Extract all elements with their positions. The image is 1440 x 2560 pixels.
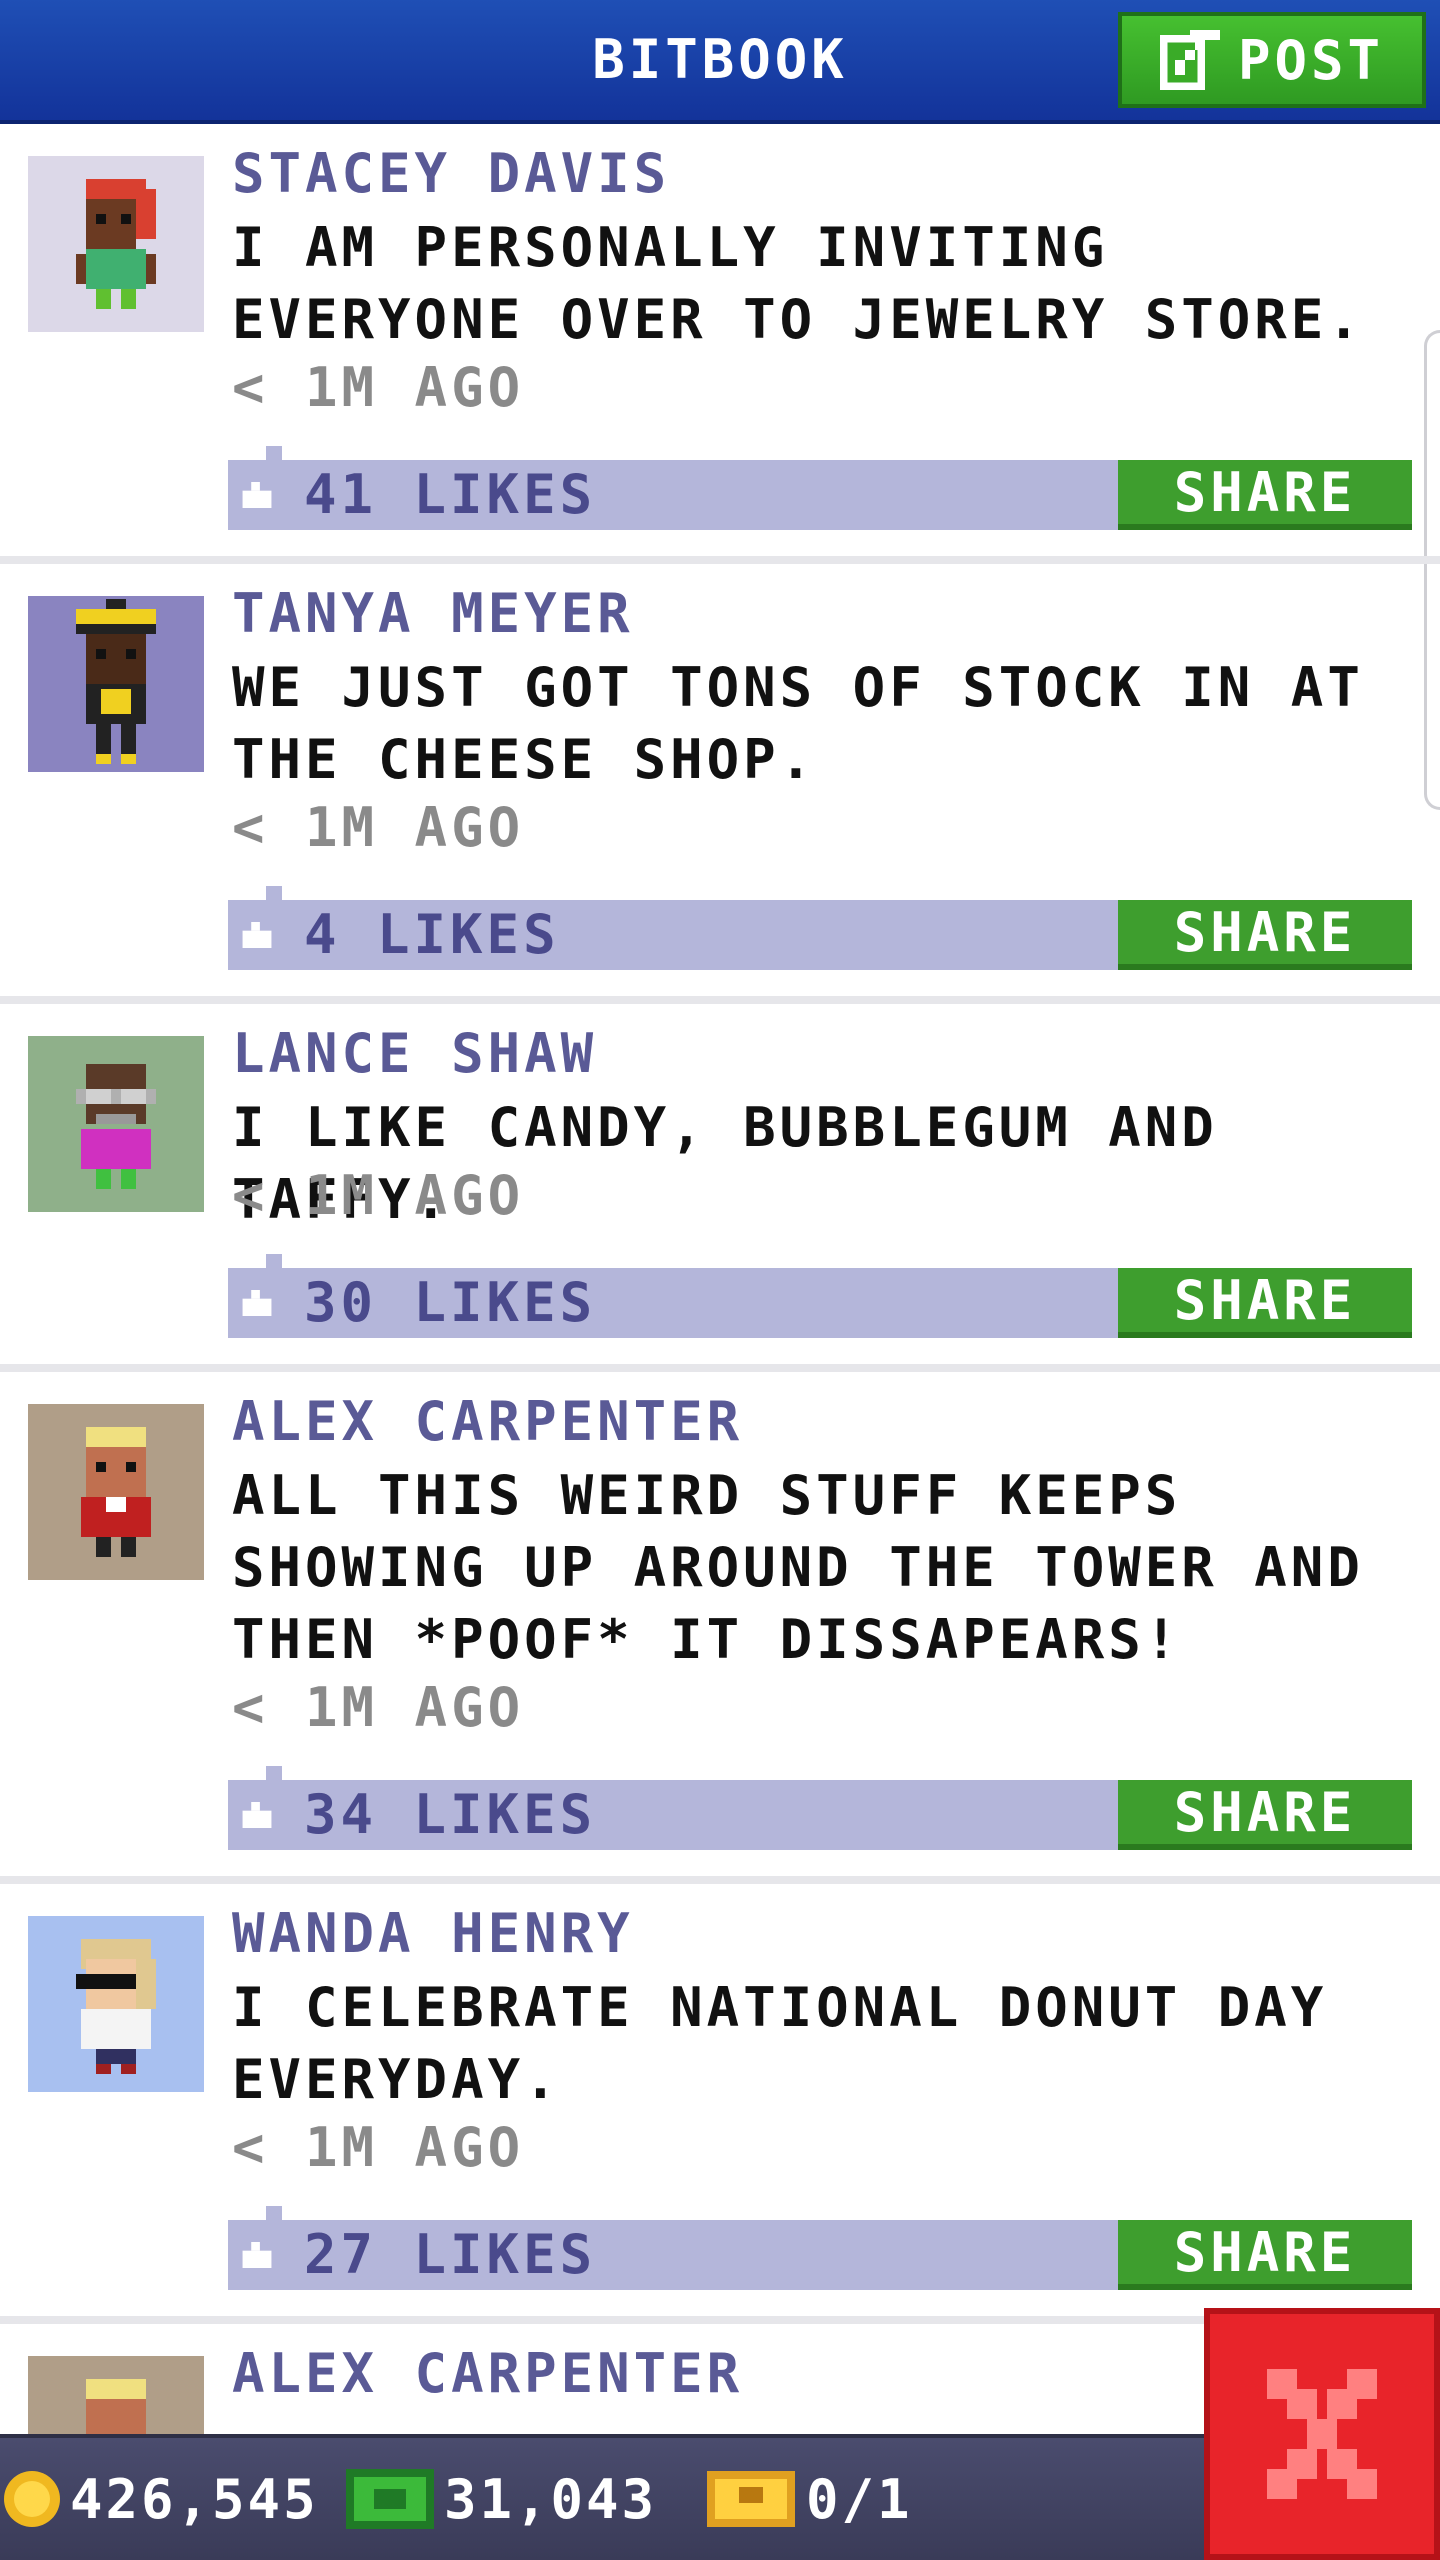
coins-display[interactable]: 426,545 bbox=[4, 2438, 319, 2560]
like-icon[interactable] bbox=[242, 922, 272, 948]
close-button[interactable] bbox=[1204, 2308, 1440, 2560]
bux-value: 31,043 bbox=[444, 2467, 658, 2531]
post-message: ALL THIS WEIRD STUFF KEEPS SHOWING UP AR… bbox=[232, 1464, 1364, 1671]
coins-value: 426,545 bbox=[70, 2467, 319, 2531]
avatar[interactable] bbox=[28, 1404, 204, 1580]
close-icon bbox=[1267, 2369, 1377, 2499]
share-button[interactable]: SHARE bbox=[1118, 1780, 1412, 1850]
coin-icon bbox=[4, 2471, 60, 2527]
like-icon[interactable] bbox=[242, 2242, 272, 2268]
post-timestamp: < 1M AGO bbox=[232, 2116, 525, 2179]
tickets-value: 0/1 bbox=[806, 2467, 913, 2531]
likes-count: 41 LIKES bbox=[304, 463, 597, 526]
likes-count: 30 LIKES bbox=[304, 1271, 597, 1334]
likes-bar: 34 LIKES SHARE bbox=[228, 1766, 1412, 1850]
ticket-icon bbox=[707, 2471, 795, 2527]
post-author[interactable]: WANDA HENRY bbox=[232, 1902, 634, 1965]
app-header: BITBOOK POST bbox=[0, 0, 1440, 124]
avatar-sprite bbox=[76, 1939, 156, 2074]
feed-post: LANCE SHAW I LIKE CANDY, BUBBLEGUM AND T… bbox=[0, 1004, 1440, 1372]
feed-post: WANDA HENRY I CELEBRATE NATIONAL DONUT D… bbox=[0, 1884, 1440, 2324]
avatar-sprite bbox=[76, 599, 156, 764]
post-author[interactable]: ALEX CARPENTER bbox=[232, 2342, 743, 2405]
like-icon[interactable] bbox=[242, 1290, 272, 1316]
avatar-sprite bbox=[81, 1427, 151, 1557]
post-message: WE JUST GOT TONS OF STOCK IN AT THE CHEE… bbox=[232, 656, 1364, 791]
feed-post: ALEX CARPENTER ALL THIS WEIRD STUFF KEEP… bbox=[0, 1372, 1440, 1884]
tickets-display[interactable]: 0/1 bbox=[706, 2438, 913, 2560]
post-message: I CELEBRATE NATIONAL DONUT DAY EVERYDAY. bbox=[232, 1976, 1328, 2111]
post-author[interactable]: ALEX CARPENTER bbox=[232, 1390, 743, 1453]
feed: STACEY DAVIS I AM PERSONALLY INVITING EV… bbox=[0, 124, 1440, 2532]
share-button[interactable]: SHARE bbox=[1118, 900, 1412, 970]
bux-display[interactable]: 31,043 bbox=[346, 2438, 657, 2560]
likes-bar: 41 LIKES SHARE bbox=[228, 446, 1412, 530]
likes-count: 27 LIKES bbox=[304, 2223, 597, 2286]
post-timestamp: < 1M AGO bbox=[232, 796, 525, 859]
edit-icon bbox=[1159, 30, 1220, 90]
post-timestamp: < 1M AGO bbox=[232, 356, 525, 419]
post-timestamp: < 1M AGO bbox=[232, 1164, 525, 1227]
avatar[interactable] bbox=[28, 156, 204, 332]
like-icon[interactable] bbox=[242, 482, 272, 508]
avatar-sprite bbox=[76, 179, 156, 309]
post-timestamp: < 1M AGO bbox=[232, 1676, 525, 1739]
likes-count: 34 LIKES bbox=[304, 1783, 597, 1846]
avatar[interactable] bbox=[28, 1916, 204, 2092]
post-message: I AM PERSONALLY INVITING EVERYONE OVER T… bbox=[232, 216, 1364, 351]
like-icon[interactable] bbox=[242, 1802, 272, 1828]
feed-post: STACEY DAVIS I AM PERSONALLY INVITING EV… bbox=[0, 124, 1440, 564]
likes-bar: 27 LIKES SHARE bbox=[228, 2206, 1412, 2290]
share-button[interactable]: SHARE bbox=[1118, 1268, 1412, 1338]
likes-bar: 4 LIKES SHARE bbox=[228, 886, 1412, 970]
share-button[interactable]: SHARE bbox=[1118, 2220, 1412, 2290]
avatar[interactable] bbox=[28, 596, 204, 772]
feed-post: TANYA MEYER WE JUST GOT TONS OF STOCK IN… bbox=[0, 564, 1440, 1004]
share-button[interactable]: SHARE bbox=[1118, 460, 1412, 530]
avatar[interactable] bbox=[28, 1036, 204, 1212]
likes-bar: 30 LIKES SHARE bbox=[228, 1254, 1412, 1338]
post-button-label: POST bbox=[1237, 28, 1385, 92]
post-author[interactable]: LANCE SHAW bbox=[232, 1022, 597, 1085]
post-author[interactable]: STACEY DAVIS bbox=[232, 142, 670, 205]
likes-count: 4 LIKES bbox=[304, 903, 560, 966]
post-author[interactable]: TANYA MEYER bbox=[232, 582, 634, 645]
bux-icon bbox=[346, 2469, 434, 2529]
post-button[interactable]: POST bbox=[1118, 12, 1426, 108]
avatar-sprite bbox=[76, 1064, 156, 1189]
